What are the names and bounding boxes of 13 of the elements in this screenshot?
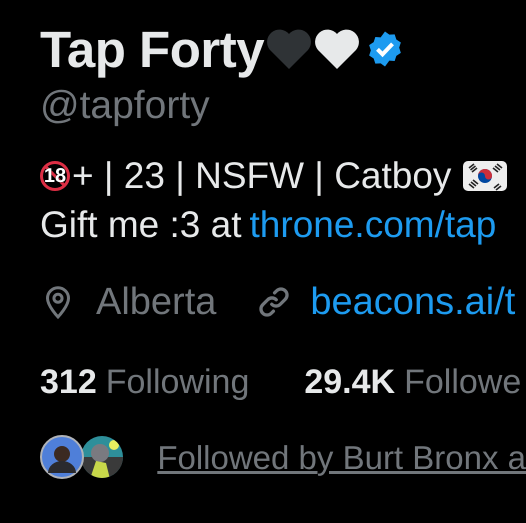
followed-by-link[interactable]: Followed by Burt Bronx a (157, 440, 526, 474)
stat-link[interactable]: 312 Following (40, 365, 250, 399)
avatar-icon (40, 435, 84, 479)
bio-text: Gift me :3 at (40, 206, 242, 243)
bio-text: + | 23 | NSFW | Catboy (72, 157, 452, 194)
profile-handle: @tapforty (40, 86, 210, 125)
heart-icon (313, 27, 362, 71)
website-link[interactable]: beacons.ai/t (310, 283, 516, 321)
heart-icon (265, 27, 314, 71)
stat-link[interactable]: 29.4K Followe (304, 365, 522, 399)
location-text: Alberta (96, 283, 216, 321)
bio-link[interactable]: throne.com/tap (250, 206, 496, 243)
flag-icon (463, 160, 508, 190)
